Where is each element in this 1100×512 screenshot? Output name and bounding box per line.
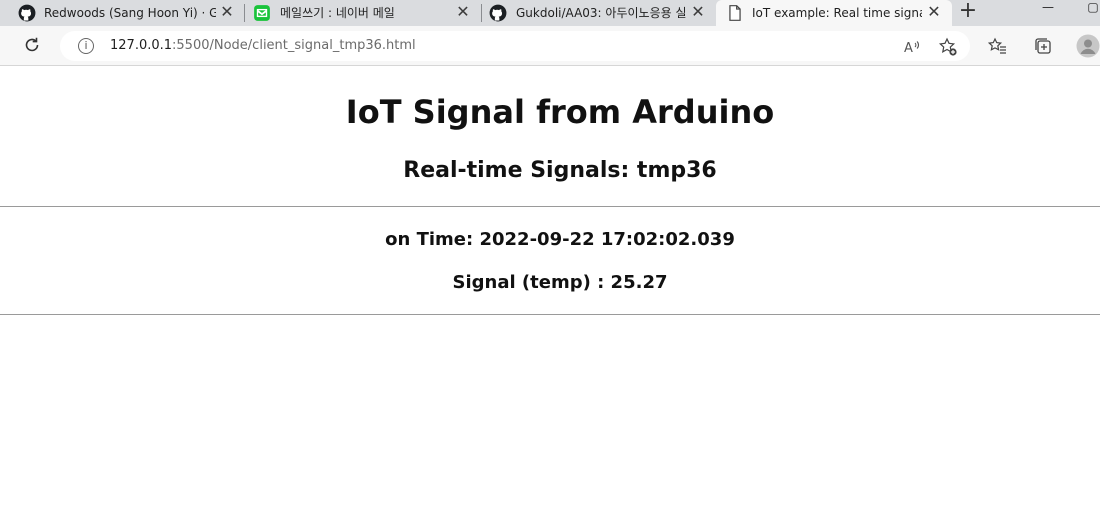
browser-toolbar: i 127.0.0.1:5500/Node/client_signal_tmp3… <box>0 26 1100 66</box>
tab-title: 메일쓰기 : 네이버 메일 <box>280 6 395 20</box>
tab-naver-mail[interactable]: 메일쓰기 : 네이버 메일 ✕ <box>245 0 480 26</box>
divider-top <box>0 206 1100 207</box>
add-favorite-icon[interactable] <box>938 37 958 57</box>
github-icon <box>18 4 36 22</box>
page-content: IoT Signal from Arduino Real-time Signal… <box>0 66 1100 512</box>
restore-button[interactable]: ▢ <box>1086 0 1100 14</box>
tab-title: Redwoods (Sang Hoon Yi) · GitH <box>44 6 216 20</box>
time-readout: on Time: 2022-09-22 17:02:02.039 <box>385 229 735 250</box>
url-host: 127.0.0.1 <box>110 38 173 53</box>
close-icon[interactable]: ✕ <box>218 3 236 21</box>
document-icon <box>729 5 741 21</box>
tab-github-gukdoli[interactable]: Gukdoli/AA03: 아두이노응용 실 ✕ <box>482 0 715 26</box>
close-icon[interactable]: ✕ <box>454 3 472 21</box>
info-icon[interactable]: i <box>78 38 94 54</box>
new-tab-button[interactable]: + <box>956 0 980 24</box>
url-path: :5500/Node/client_signal_tmp36.html <box>172 38 416 53</box>
naver-mail-icon <box>254 5 270 21</box>
tab-title: Gukdoli/AA03: 아두이노응용 실 <box>516 6 686 20</box>
collections-icon[interactable] <box>1033 36 1053 56</box>
tab-iot-example[interactable]: IoT example: Real time signal fro ✕ <box>716 0 952 26</box>
close-icon[interactable]: ✕ <box>925 3 943 21</box>
github-icon <box>489 4 507 22</box>
tab-strip: Redwoods (Sang Hoon Yi) · GitH ✕ 메일쓰기 : … <box>0 0 1100 26</box>
address-bar[interactable]: i 127.0.0.1:5500/Node/client_signal_tmp3… <box>60 31 970 61</box>
close-icon[interactable]: ✕ <box>689 3 707 21</box>
page-subtitle: Real-time Signals: tmp36 <box>403 158 717 183</box>
tab-github-redwoods[interactable]: Redwoods (Sang Hoon Yi) · GitH ✕ <box>0 0 243 26</box>
divider-bottom <box>0 314 1100 315</box>
read-aloud-icon[interactable]: A <box>902 37 922 57</box>
reload-icon[interactable] <box>22 35 42 55</box>
signal-readout: Signal (temp) : 25.27 <box>452 272 668 293</box>
minimize-button[interactable]: — <box>1040 0 1056 14</box>
favorites-icon[interactable] <box>988 36 1008 56</box>
profile-avatar-icon[interactable] <box>1076 34 1100 58</box>
tab-title: IoT example: Real time signal fro <box>752 6 922 20</box>
svg-text:A: A <box>904 41 913 56</box>
url-text[interactable]: 127.0.0.1:5500/Node/client_signal_tmp36.… <box>110 37 416 55</box>
page-title: IoT Signal from Arduino <box>345 93 775 131</box>
